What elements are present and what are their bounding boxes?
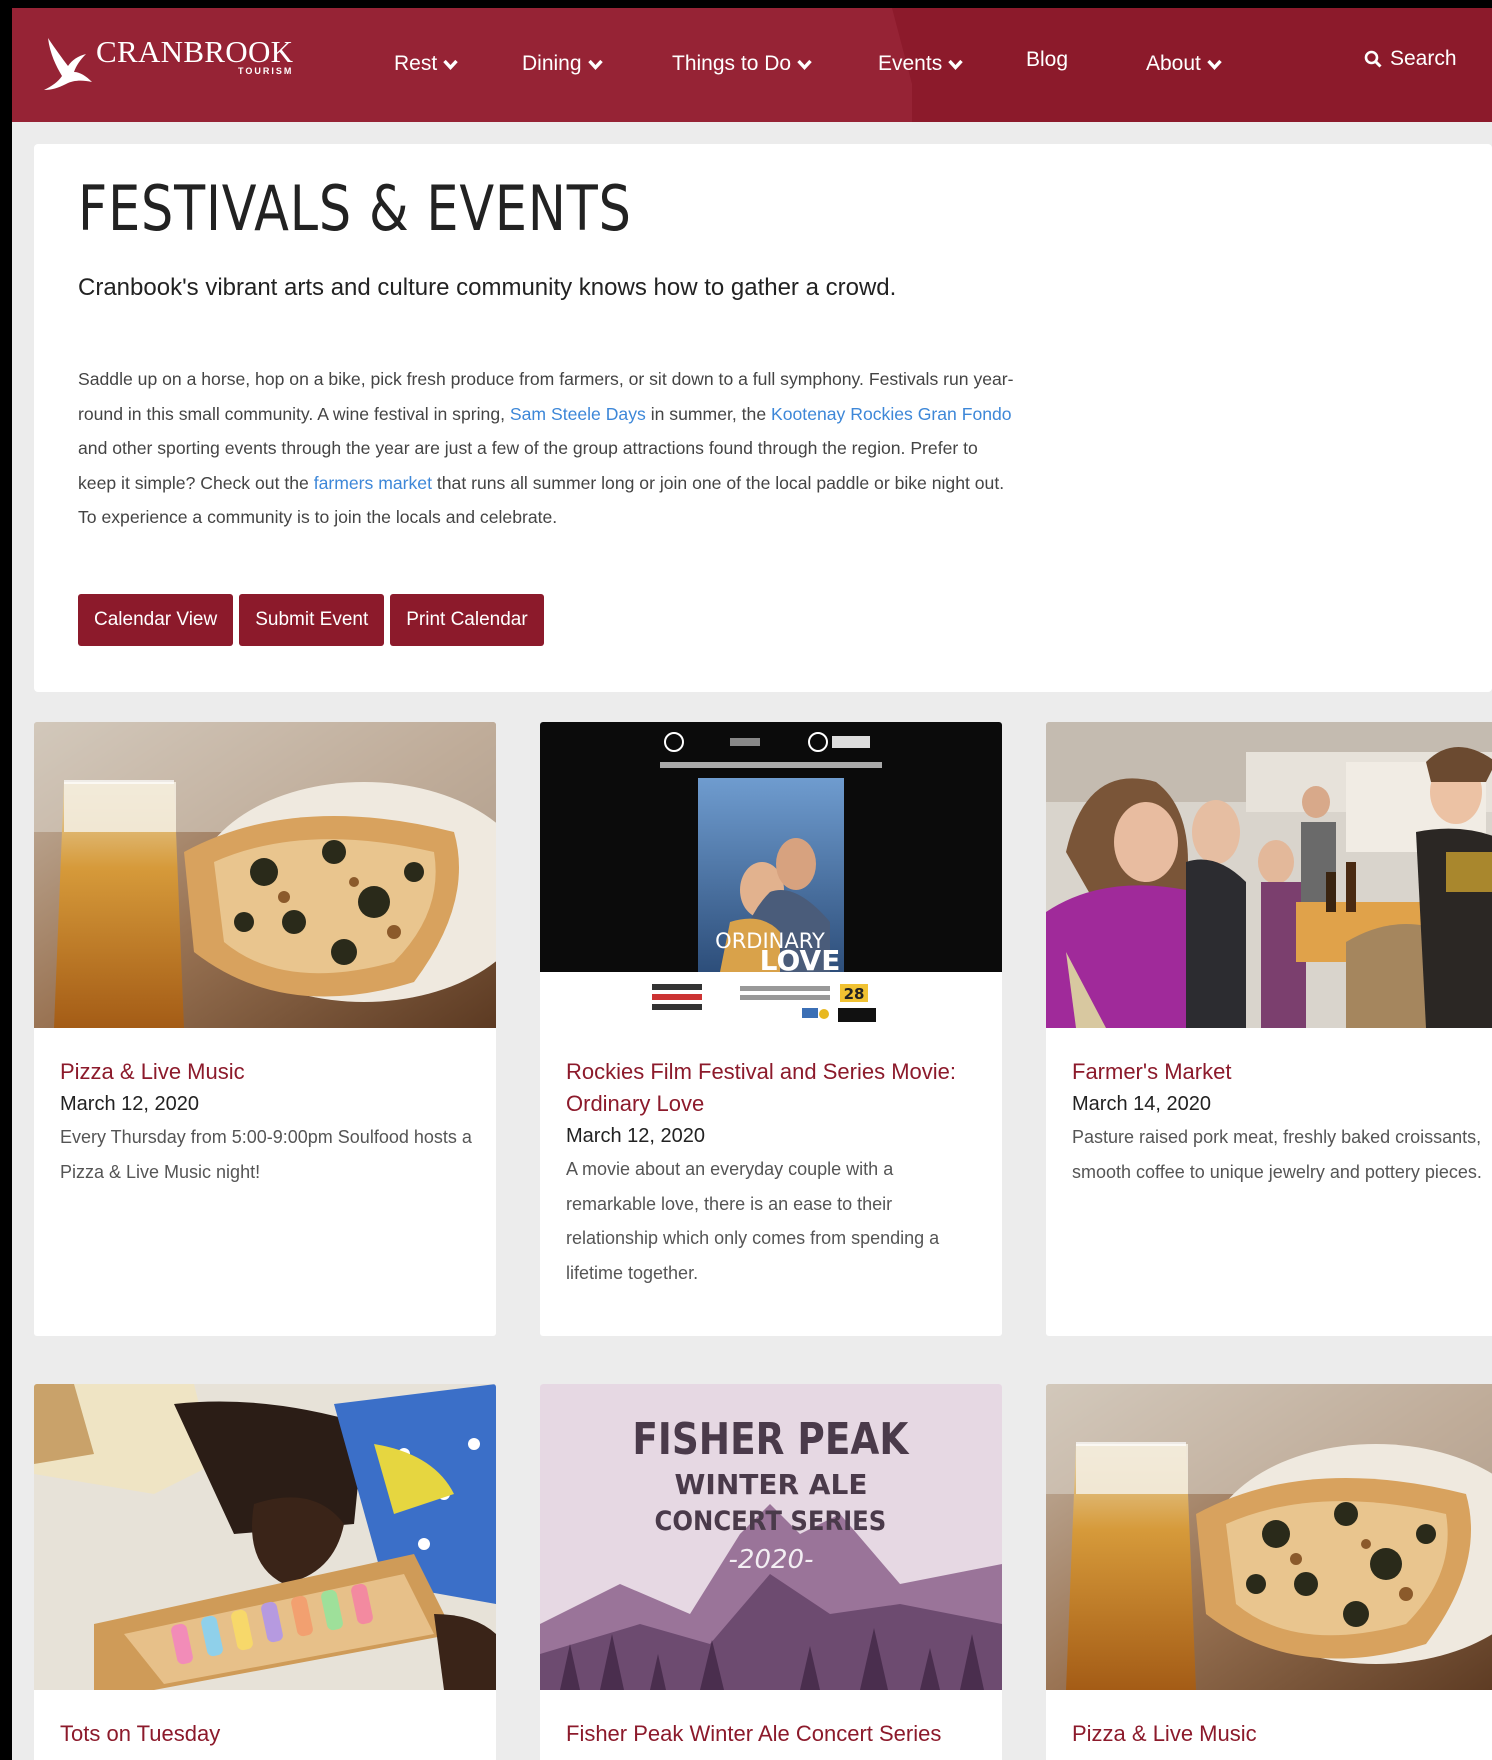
nav-events-label: Events — [878, 52, 943, 75]
poster-line4: -2020- — [729, 1545, 814, 1575]
poster-line2: WINTER ALE — [675, 1468, 868, 1501]
event-image-fisher-peak-poster[interactable]: FISHER PEAK WINTER ALE CONCERT SERIES -2… — [540, 1384, 1002, 1690]
nav-blog[interactable]: Blog — [1026, 48, 1068, 72]
site-header: CRANBROOK TOURISM Rest Dining Things to … — [12, 8, 1492, 122]
site-logo[interactable]: CRANBROOK TOURISM — [42, 34, 293, 98]
link-gran-fondo[interactable]: Kootenay Rockies Gran Fondo — [771, 404, 1012, 424]
intro-body: Saddle up on a horse, hop on a bike, pic… — [78, 369, 1014, 527]
print-calendar-button[interactable]: Print Calendar — [390, 594, 544, 646]
event-image-film-poster[interactable]: ORDINARY LOVE 28 — [540, 722, 1002, 1028]
event-description: Every Thursday from 5:00-9:00pm Soulfood… — [60, 1127, 472, 1182]
page-title: FESTIVALS & EVENTS — [78, 172, 632, 245]
event-card[interactable]: ORDINARY LOVE 28 Rockies Film Festival a… — [540, 722, 1002, 1336]
event-date: March 12, 2020 — [566, 1125, 705, 1147]
event-image-pizza[interactable] — [1046, 1384, 1492, 1690]
nav-events[interactable]: Events — [878, 52, 963, 76]
event-title[interactable]: Tots on Tuesday — [60, 1718, 480, 1750]
logo-brand: CRANBROOK — [96, 34, 294, 69]
nav-rest-label: Rest — [394, 52, 438, 75]
search-button[interactable]: Search — [1364, 47, 1457, 71]
event-card[interactable]: Tots on Tuesday — [34, 1384, 496, 1760]
chevron-down-icon — [1207, 59, 1222, 70]
event-actions: Calendar View Submit Event Print Calenda… — [78, 594, 544, 646]
poster-title-line2: LOVE — [760, 944, 841, 977]
event-card[interactable]: Pizza & Live Music March 12, 2020 Every … — [34, 722, 496, 1336]
nav-about[interactable]: About — [1146, 52, 1222, 76]
event-title[interactable]: Pizza & Live Music — [1072, 1718, 1492, 1750]
poster-line1: FISHER PEAK — [632, 1413, 909, 1465]
event-description: Pasture raised pork meat, freshly baked … — [1072, 1127, 1482, 1182]
poster-line3: CONCERT SERIES — [655, 1506, 887, 1538]
nav-dining[interactable]: Dining — [522, 52, 603, 76]
bird-logo-icon — [44, 38, 92, 90]
calendar-view-button[interactable]: Calendar View — [78, 594, 234, 646]
page: CRANBROOK TOURISM Rest Dining Things to … — [12, 8, 1492, 1760]
event-image-pizza[interactable] — [34, 722, 496, 1028]
event-date: March 14, 2020 — [1072, 1093, 1211, 1115]
event-card[interactable]: Farmer's Market March 14, 2020 Pasture r… — [1046, 722, 1492, 1336]
chevron-down-icon — [587, 59, 603, 70]
poster-date-badge: 28 — [844, 985, 865, 1003]
search-label: Search — [1390, 47, 1457, 70]
intro-panel: FESTIVALS & EVENTS Cranbook's vibrant ar… — [34, 144, 1492, 692]
event-image-tots[interactable] — [34, 1384, 496, 1690]
link-sam-steele-days[interactable]: Sam Steele Days — [510, 404, 646, 424]
submit-event-button[interactable]: Submit Event — [239, 594, 385, 646]
chevron-down-icon — [797, 59, 812, 70]
event-card[interactable]: Pizza & Live Music — [1046, 1384, 1492, 1760]
event-title[interactable]: Fisher Peak Winter Ale Concert Series — [566, 1718, 986, 1750]
link-farmers-market[interactable]: farmers market — [314, 473, 432, 493]
search-icon — [1364, 50, 1382, 68]
nav-things-to-do-label: Things to Do — [672, 52, 792, 75]
nav-about-label: About — [1146, 52, 1201, 75]
logo-sub: TOURISM — [238, 66, 294, 76]
event-image-farmers-market[interactable] — [1046, 722, 1492, 1028]
event-description: A movie about an everyday couple with a … — [566, 1159, 940, 1283]
chevron-down-icon — [443, 59, 458, 70]
event-title[interactable]: Farmer's Market — [1072, 1056, 1492, 1088]
event-title[interactable]: Rockies Film Festival and Series Movie: … — [566, 1056, 986, 1120]
nav-dining-label: Dining — [522, 52, 582, 75]
chevron-down-icon — [948, 59, 963, 70]
event-date: March 12, 2020 — [60, 1093, 199, 1115]
nav-things-to-do[interactable]: Things to Do — [672, 52, 812, 76]
nav-rest[interactable]: Rest — [394, 52, 458, 76]
event-card[interactable]: FISHER PEAK WINTER ALE CONCERT SERIES -2… — [540, 1384, 1002, 1760]
intro-lead: Cranbook's vibrant arts and culture comm… — [78, 274, 897, 301]
nav-blog-label: Blog — [1026, 48, 1069, 71]
event-title[interactable]: Pizza & Live Music — [60, 1056, 480, 1088]
